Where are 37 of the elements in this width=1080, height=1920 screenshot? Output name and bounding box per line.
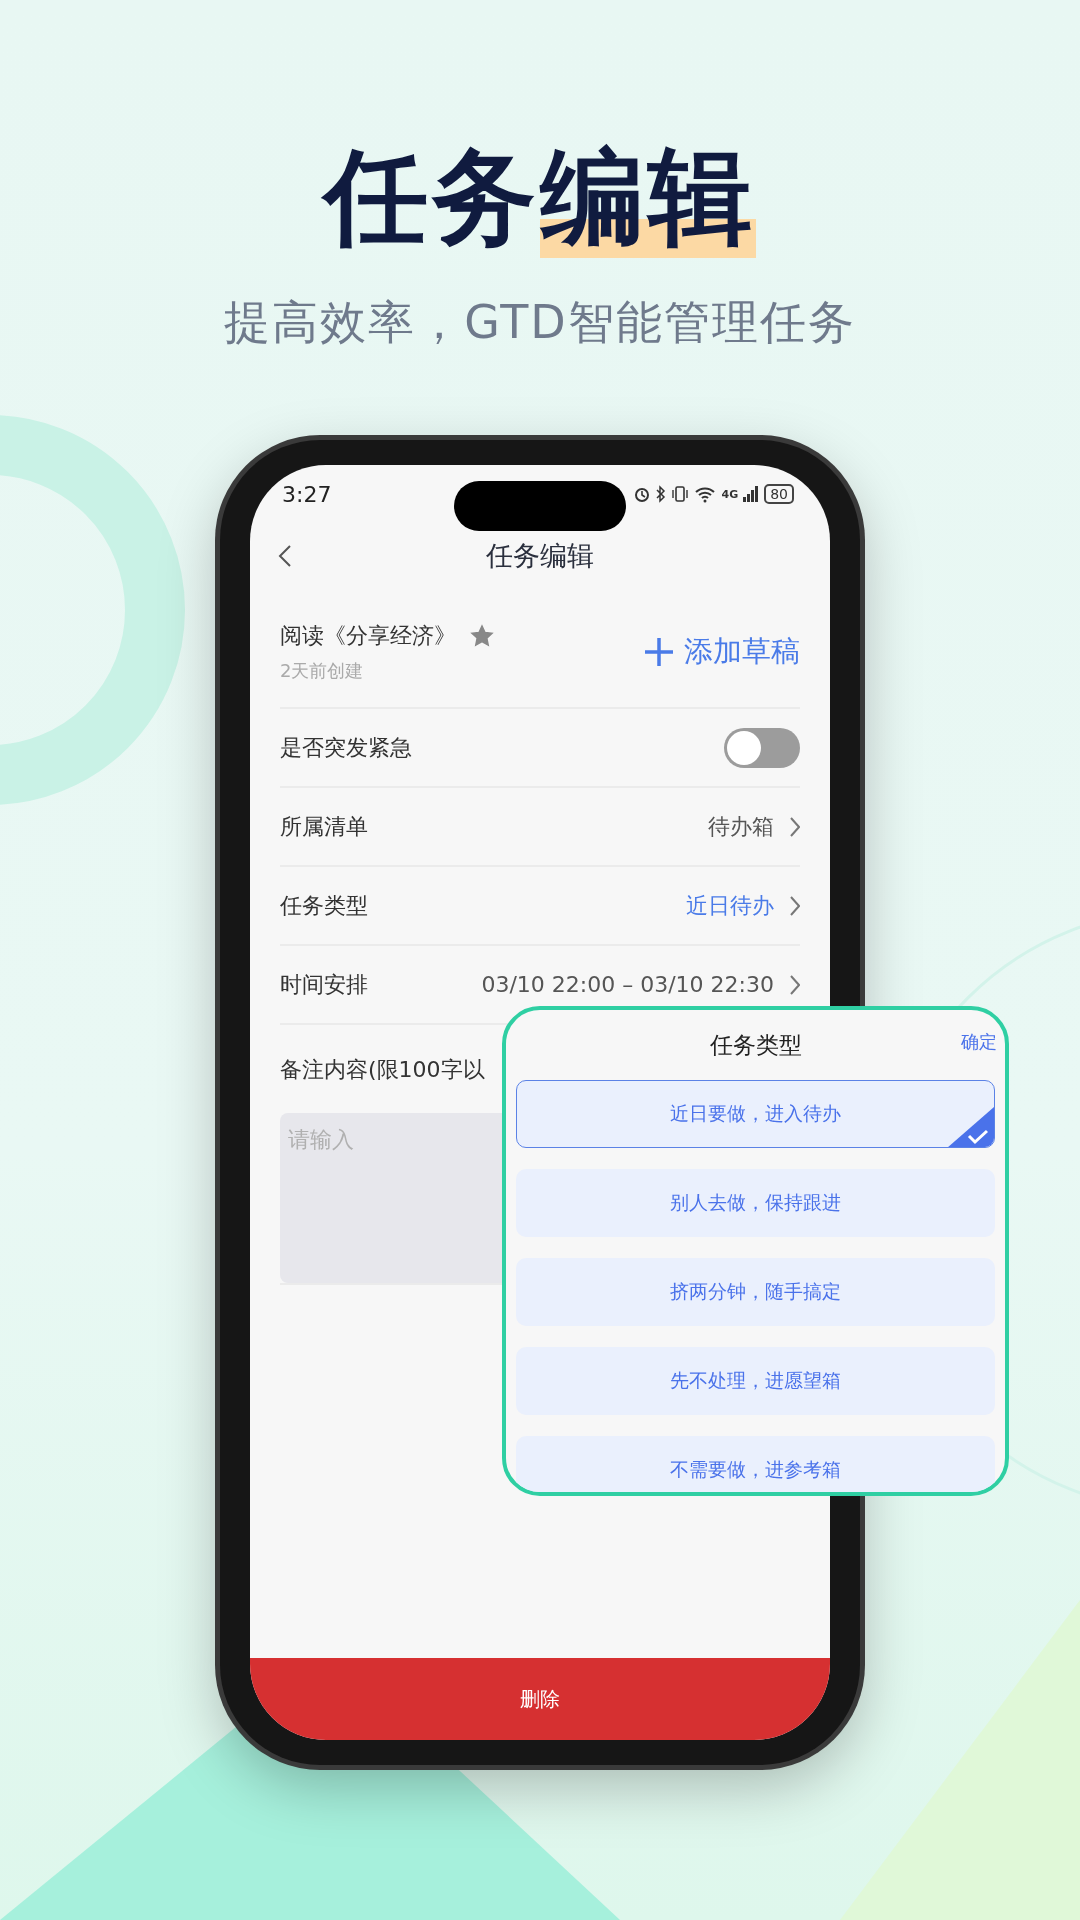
bluetooth-icon: [656, 485, 667, 504]
plus-icon: [644, 637, 674, 668]
row-value[interactable]: 近日待办: [686, 890, 774, 921]
type-option[interactable]: 近日要做，进入待办: [516, 1080, 995, 1148]
row-label: 所属清单: [280, 812, 368, 841]
delete-button[interactable]: 删除: [250, 1658, 830, 1741]
row-label: 是否突发紧急: [280, 733, 412, 762]
type-option[interactable]: 先不处理，进愿望箱: [516, 1347, 995, 1415]
page-title: 任务编辑: [486, 539, 594, 574]
type-option[interactable]: 别人去做，保持跟进: [516, 1169, 995, 1237]
task-name: 阅读《分享经济》: [280, 622, 456, 651]
chevron-icon: [790, 974, 800, 995]
star-icon[interactable]: [470, 624, 494, 649]
hero-subtitle: 提高效率，GTD智能管理任务: [224, 294, 856, 352]
vibrate-icon: [671, 485, 690, 504]
row-value[interactable]: 03/10 22:00 – 03/10 22:30: [481, 972, 774, 998]
row-value[interactable]: 待办箱: [708, 811, 774, 842]
add-draft-button[interactable]: 添加草稿: [644, 632, 800, 673]
confirm-button[interactable]: 确定: [961, 1030, 997, 1054]
notes-label: 备注内容(限100字以: [280, 1056, 486, 1085]
type-option[interactable]: 不需要做，进参考箱: [516, 1436, 995, 1492]
network-label: 4G: [721, 487, 739, 501]
back-icon[interactable]: [278, 544, 292, 569]
status-time: 3:27: [282, 481, 332, 507]
type-option[interactable]: 挤两分钟，随手搞定: [516, 1258, 995, 1326]
alarm-icon: [633, 485, 652, 504]
urgent-toggle[interactable]: [724, 727, 800, 768]
battery-indicator: 80: [764, 484, 794, 505]
row-label: 任务类型: [280, 891, 368, 920]
wifi-icon: [694, 485, 717, 504]
chevron-icon: [790, 895, 800, 916]
check-corner-icon: [947, 1106, 994, 1147]
row-label: 时间安排: [280, 970, 368, 999]
signal-icon: [743, 485, 760, 504]
picker-title: 任务类型: [709, 1030, 802, 1060]
created-time: 2天前创建: [280, 659, 365, 684]
chevron-icon: [790, 816, 800, 837]
